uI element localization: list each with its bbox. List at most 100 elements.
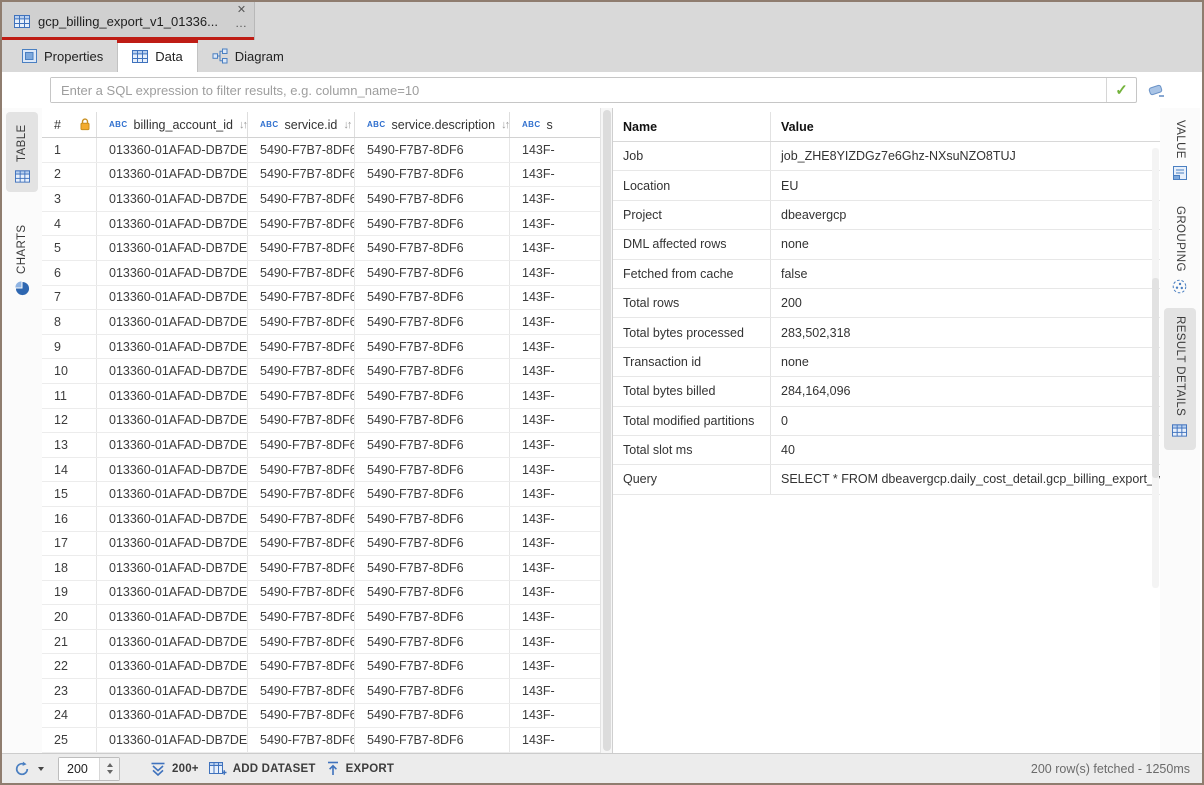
grid-cell[interactable]: 143F- xyxy=(510,507,600,531)
grid-cell[interactable]: 5490-F7B7-8DF6 xyxy=(248,630,355,654)
grid-cell[interactable]: 5490-F7B7-8DF6 xyxy=(248,187,355,211)
grid-cell[interactable]: 143F- xyxy=(510,581,600,605)
grid-cell[interactable]: 013360-01AFAD-DB7DE8 xyxy=(97,679,248,703)
details-row[interactable]: Transaction idnone xyxy=(613,348,1160,377)
grid-cell[interactable]: 013360-01AFAD-DB7DE8 xyxy=(97,236,248,260)
grid-cell[interactable]: 5490-F7B7-8DF6 xyxy=(248,261,355,285)
grid-cell[interactable]: 143F- xyxy=(510,458,600,482)
grid-cell[interactable]: 5490-F7B7-8DF6 xyxy=(355,458,510,482)
grid-cell[interactable]: 143F- xyxy=(510,384,600,408)
table-row[interactable]: 19 013360-01AFAD-DB7DE85490-F7B7-8DF6549… xyxy=(42,581,600,606)
row-number[interactable]: 19 xyxy=(42,581,97,605)
refresh-button[interactable] xyxy=(14,761,44,777)
grid-cell[interactable]: 013360-01AFAD-DB7DE8 xyxy=(97,163,248,187)
grid-cell[interactable]: 5490-F7B7-8DF6 xyxy=(248,163,355,187)
sort-icon[interactable]: ↓↑ xyxy=(343,119,350,131)
grid-cell[interactable]: 013360-01AFAD-DB7DE8 xyxy=(97,630,248,654)
grid-cell[interactable]: 5490-F7B7-8DF6 xyxy=(355,728,510,752)
add-dataset-button[interactable]: ADD DATASET xyxy=(209,762,316,776)
row-header-column[interactable]: # xyxy=(42,112,97,137)
row-number[interactable]: 20 xyxy=(42,605,97,629)
table-row[interactable]: 21 013360-01AFAD-DB7DE85490-F7B7-8DF6549… xyxy=(42,630,600,655)
row-number[interactable]: 15 xyxy=(42,482,97,506)
spinner-up-icon[interactable] xyxy=(107,763,113,767)
grid-cell[interactable]: 013360-01AFAD-DB7DE8 xyxy=(97,359,248,383)
grid-cell[interactable]: 013360-01AFAD-DB7DE8 xyxy=(97,605,248,629)
row-number[interactable]: 24 xyxy=(42,704,97,728)
grid-cell[interactable]: 143F- xyxy=(510,482,600,506)
grid-cell[interactable]: 5490-F7B7-8DF6 xyxy=(248,581,355,605)
grid-cell[interactable]: 5490-F7B7-8DF6 xyxy=(248,409,355,433)
grid-cell[interactable]: 5490-F7B7-8DF6 xyxy=(355,482,510,506)
grid-cell[interactable]: 5490-F7B7-8DF6 xyxy=(355,409,510,433)
row-number[interactable]: 3 xyxy=(42,187,97,211)
grid-cell[interactable]: 013360-01AFAD-DB7DE8 xyxy=(97,286,248,310)
grid-cell[interactable]: 5490-F7B7-8DF6 xyxy=(248,335,355,359)
grid-cell[interactable]: 5490-F7B7-8DF6 xyxy=(248,310,355,334)
row-number[interactable]: 9 xyxy=(42,335,97,359)
detail-value[interactable]: dbeavergcp xyxy=(771,201,1160,229)
detail-value[interactable]: SELECT * FROM dbeavergcp.daily_cost_deta… xyxy=(771,465,1160,493)
sidebar-tab-value[interactable]: VALUE xyxy=(1164,112,1196,184)
grid-cell[interactable]: 013360-01AFAD-DB7DE8 xyxy=(97,138,248,162)
grid-vertical-scrollbar[interactable] xyxy=(600,108,612,753)
grid-cell[interactable]: 143F- xyxy=(510,335,600,359)
grid-cell[interactable]: 013360-01AFAD-DB7DE8 xyxy=(97,458,248,482)
row-number[interactable]: 2 xyxy=(42,163,97,187)
sidebar-tab-grouping[interactable]: GROUPING xyxy=(1164,198,1196,294)
table-row[interactable]: 2 013360-01AFAD-DB7DE85490-F7B7-8DF65490… xyxy=(42,163,600,188)
column-header[interactable]: ABC service.description ↓↑ xyxy=(355,112,510,137)
grid-cell[interactable]: 5490-F7B7-8DF6 xyxy=(355,236,510,260)
details-row[interactable]: Total bytes billed284,164,096 xyxy=(613,377,1160,406)
grid-cell[interactable]: 5490-F7B7-8DF6 xyxy=(248,556,355,580)
row-number[interactable]: 14 xyxy=(42,458,97,482)
table-row[interactable]: 13 013360-01AFAD-DB7DE85490-F7B7-8DF6549… xyxy=(42,433,600,458)
grid-cell[interactable]: 5490-F7B7-8DF6 xyxy=(355,605,510,629)
table-row[interactable]: 23 013360-01AFAD-DB7DE85490-F7B7-8DF6549… xyxy=(42,679,600,704)
grid-cell[interactable]: 5490-F7B7-8DF6 xyxy=(248,605,355,629)
details-row[interactable]: Total bytes processed283,502,318 xyxy=(613,318,1160,347)
table-row[interactable]: 14 013360-01AFAD-DB7DE85490-F7B7-8DF6549… xyxy=(42,458,600,483)
table-row[interactable]: 12 013360-01AFAD-DB7DE85490-F7B7-8DF6549… xyxy=(42,409,600,434)
detail-value[interactable]: job_ZHE8YIZDGz7e6Ghz-NXsuNZO8TUJ xyxy=(771,142,1160,170)
row-number[interactable]: 23 xyxy=(42,679,97,703)
grid-cell[interactable]: 013360-01AFAD-DB7DE8 xyxy=(97,654,248,678)
grid-cell[interactable]: 013360-01AFAD-DB7DE8 xyxy=(97,507,248,531)
row-number[interactable]: 1 xyxy=(42,138,97,162)
grid-cell[interactable]: 5490-F7B7-8DF6 xyxy=(248,138,355,162)
grid-cell[interactable]: 143F- xyxy=(510,310,600,334)
table-row[interactable]: 11 013360-01AFAD-DB7DE85490-F7B7-8DF6549… xyxy=(42,384,600,409)
grid-cell[interactable]: 143F- xyxy=(510,679,600,703)
table-row[interactable]: 20 013360-01AFAD-DB7DE85490-F7B7-8DF6549… xyxy=(42,605,600,630)
scrollbar-thumb[interactable] xyxy=(603,110,611,751)
grid-cell[interactable]: 013360-01AFAD-DB7DE8 xyxy=(97,409,248,433)
table-row[interactable]: 22 013360-01AFAD-DB7DE85490-F7B7-8DF6549… xyxy=(42,654,600,679)
table-row[interactable]: 16 013360-01AFAD-DB7DE85490-F7B7-8DF6549… xyxy=(42,507,600,532)
grid-cell[interactable]: 5490-F7B7-8DF6 xyxy=(355,261,510,285)
column-header[interactable]: ABC s xyxy=(510,112,600,137)
grid-cell[interactable]: 5490-F7B7-8DF6 xyxy=(355,532,510,556)
column-header[interactable]: ABC billing_account_id ↓↑ xyxy=(97,112,248,137)
grid-cell[interactable]: 143F- xyxy=(510,138,600,162)
detail-value[interactable]: 200 xyxy=(771,289,1160,317)
grid-cell[interactable]: 143F- xyxy=(510,704,600,728)
grid-cell[interactable]: 013360-01AFAD-DB7DE8 xyxy=(97,728,248,752)
grid-cell[interactable]: 5490-F7B7-8DF6 xyxy=(355,286,510,310)
sort-icon[interactable]: ↓↑ xyxy=(239,119,246,131)
spinner-arrows[interactable] xyxy=(99,758,119,780)
table-row[interactable]: 9 013360-01AFAD-DB7DE85490-F7B7-8DF65490… xyxy=(42,335,600,360)
grid-cell[interactable]: 013360-01AFAD-DB7DE8 xyxy=(97,482,248,506)
spinner-down-icon[interactable] xyxy=(107,770,113,774)
detail-value[interactable]: EU xyxy=(771,171,1160,199)
row-number[interactable]: 25 xyxy=(42,728,97,752)
grid-cell[interactable]: 5490-F7B7-8DF6 xyxy=(248,212,355,236)
row-number[interactable]: 8 xyxy=(42,310,97,334)
details-row[interactable]: Total rows200 xyxy=(613,289,1160,318)
scrollbar-thumb[interactable] xyxy=(1152,278,1159,478)
grid-cell[interactable]: 5490-F7B7-8DF6 xyxy=(248,679,355,703)
grid-cell[interactable]: 143F- xyxy=(510,433,600,457)
grid-cell[interactable]: 5490-F7B7-8DF6 xyxy=(355,630,510,654)
tab-overflow-icon[interactable]: … xyxy=(235,17,248,30)
table-row[interactable]: 17 013360-01AFAD-DB7DE85490-F7B7-8DF6549… xyxy=(42,532,600,557)
grid-cell[interactable]: 143F- xyxy=(510,261,600,285)
